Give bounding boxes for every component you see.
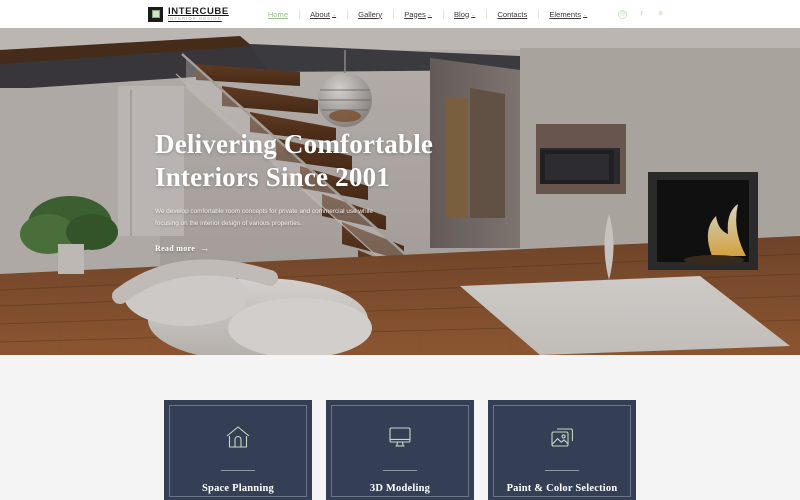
site-header: INTERCUBE INTERIOR DESIGN Home About ⌄ G… (0, 0, 800, 28)
hero-banner: Delivering Comfortable Interiors Since 2… (0, 28, 800, 355)
google-plus-icon[interactable]: ⊕ (656, 10, 665, 19)
nav-item-pages[interactable]: Pages ⌄ (393, 10, 443, 19)
brand-text: INTERCUBE INTERIOR DESIGN (168, 7, 229, 22)
chevron-down-icon: ⌄ (583, 11, 588, 18)
card-inner: 3D Modeling (331, 405, 469, 497)
nav-label: Gallery (358, 9, 383, 19)
read-more-button[interactable]: Read more → (155, 242, 210, 253)
nav-label: Home (267, 9, 289, 19)
service-card-paint-color-selection[interactable]: Paint & Color Selection (488, 400, 636, 500)
service-card-space-planning[interactable]: Space Planning (164, 400, 312, 500)
chevron-down-icon: ⌄ (427, 11, 432, 18)
card-inner: Paint & Color Selection (493, 405, 631, 497)
read-more-label: Read more (155, 243, 196, 253)
house-icon (225, 425, 251, 454)
hero-caption: Delivering Comfortable Interiors Since 2… (155, 128, 485, 256)
instagram-icon[interactable]: ◎ (618, 9, 628, 19)
cube-logo-icon (148, 6, 163, 22)
image-stack-icon (549, 425, 575, 454)
nav-label: Pages (404, 9, 426, 19)
service-cards: Space Planning 3D Modeling Paint & Color… (0, 400, 800, 500)
brand-name: INTERCUBE (168, 5, 229, 17)
card-title: Space Planning (202, 483, 274, 494)
nav-item-home[interactable]: Home (257, 10, 299, 19)
card-title: 3D Modeling (369, 483, 431, 494)
card-divider (545, 470, 579, 471)
arrow-right-icon: → (200, 242, 210, 253)
monitor-icon (387, 425, 413, 454)
hero-title-line-2: Interiors Since 2001 (155, 161, 390, 192)
services-section: Space Planning 3D Modeling Paint & Color… (0, 355, 800, 500)
main-navigation: Home About ⌄ Gallery Pages ⌄ Blog ⌄ Cont… (257, 10, 598, 19)
chevron-down-icon: ⌄ (331, 11, 337, 18)
nav-item-gallery[interactable]: Gallery (347, 10, 393, 19)
service-card-3d-modeling[interactable]: 3D Modeling (326, 400, 474, 500)
chevron-down-icon: ⌄ (471, 11, 476, 18)
facebook-icon[interactable]: f (637, 10, 646, 19)
social-links: ◎ f ⊕ (618, 9, 665, 19)
nav-label: About (310, 9, 330, 19)
brand-tagline: INTERIOR DESIGN (168, 16, 222, 22)
nav-item-about[interactable]: About ⌄ (299, 10, 347, 19)
card-divider (221, 470, 255, 471)
card-divider (383, 470, 417, 471)
nav-label: Blog (453, 9, 470, 19)
nav-label: Elements (549, 9, 581, 19)
nav-item-blog[interactable]: Blog ⌄ (443, 10, 486, 19)
hero-description: We develop comfortable room concepts for… (155, 207, 373, 227)
card-inner: Space Planning (169, 405, 307, 497)
brand-logo[interactable]: INTERCUBE INTERIOR DESIGN (148, 6, 229, 22)
hero-title-line-1: Delivering Comfortable (155, 129, 434, 159)
card-title: Paint & Color Selection (506, 483, 618, 494)
nav-item-elements[interactable]: Elements ⌄ (538, 10, 598, 19)
page-title: Delivering Comfortable Interiors Since 2… (155, 128, 485, 194)
nav-label: Contacts (497, 9, 528, 19)
nav-item-contacts[interactable]: Contacts (486, 10, 538, 19)
